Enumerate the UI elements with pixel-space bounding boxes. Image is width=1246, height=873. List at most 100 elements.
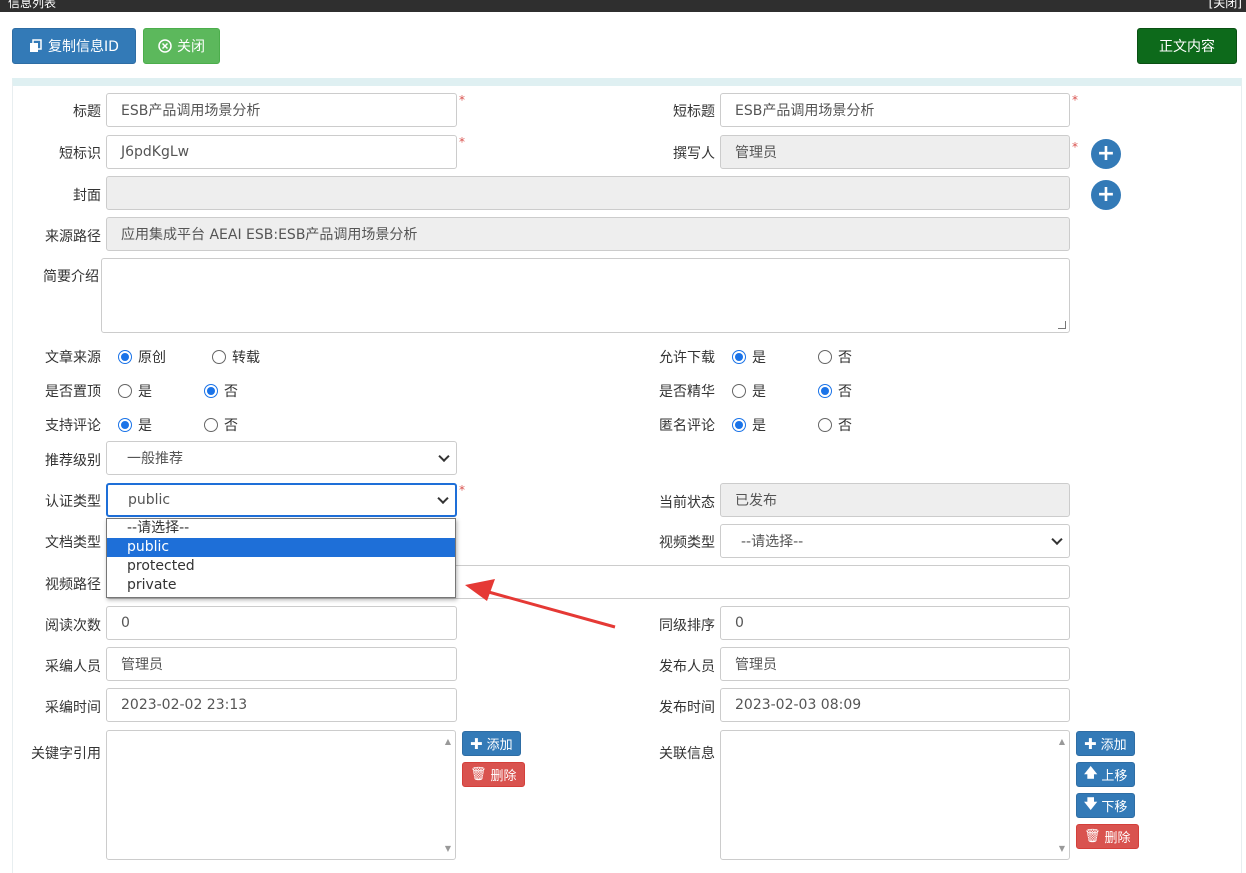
radio-yes[interactable]: 是 xyxy=(732,347,766,367)
radio-dot[interactable] xyxy=(818,350,832,364)
copy-icon xyxy=(30,39,42,52)
article-source-label: 文章来源 xyxy=(45,350,101,366)
radio-dot[interactable] xyxy=(732,384,746,398)
radio-dot[interactable] xyxy=(204,418,218,432)
allow-download-radios: 是 否 xyxy=(732,347,852,367)
doc-type-label: 文档类型 xyxy=(45,535,101,551)
add-author-icon[interactable]: + xyxy=(1091,139,1121,169)
publisher-input[interactable]: 管理员 xyxy=(720,647,1070,681)
radio-label: 否 xyxy=(838,384,852,400)
radio-dot[interactable] xyxy=(732,350,746,364)
radio-dot[interactable] xyxy=(212,350,226,364)
keywords-delete-button[interactable]: 🗑 删除 xyxy=(462,762,525,787)
radio-label: 是 xyxy=(752,384,766,400)
radio-repost[interactable]: 转载 xyxy=(212,347,260,367)
radio-dot[interactable] xyxy=(118,350,132,364)
trash-icon: 🗑 xyxy=(470,767,487,782)
plus-icon: ✚ xyxy=(1084,734,1097,753)
recommend-level-label: 推荐级别 xyxy=(45,453,101,469)
radio-no[interactable]: 否 xyxy=(204,415,238,435)
publisher-label: 发布人员 xyxy=(659,659,715,675)
arrow-down-icon: 🡇 xyxy=(1084,796,1098,812)
resize-handle[interactable] xyxy=(1058,321,1066,329)
radio-no[interactable]: 否 xyxy=(818,415,852,435)
close-button[interactable]: 关闭 xyxy=(143,28,220,64)
window-title-bar: 信息列表 [关闭] xyxy=(0,0,1246,12)
radio-yes[interactable]: 是 xyxy=(118,415,152,435)
source-path-label: 来源路径 xyxy=(45,229,101,245)
author-label: 撰写人 xyxy=(673,146,715,162)
read-count-label: 阅读次数 xyxy=(45,618,101,634)
cover-input[interactable] xyxy=(106,176,1070,210)
title-input[interactable]: ESB产品调用场景分析 xyxy=(106,93,457,127)
video-type-select[interactable]: --请选择-- xyxy=(720,524,1070,558)
current-status-label: 当前状态 xyxy=(659,495,715,511)
video-type-value: --请选择-- xyxy=(741,534,804,550)
radio-no[interactable]: 否 xyxy=(818,381,852,401)
editor-input[interactable]: 管理员 xyxy=(106,647,457,681)
related-down-button[interactable]: 🡇 下移 xyxy=(1076,793,1136,818)
radio-yes[interactable]: 是 xyxy=(732,381,766,401)
recommend-level-select[interactable]: 一般推荐 xyxy=(106,441,457,475)
copy-id-label: 复制信息ID xyxy=(48,39,119,55)
scroll-up-icon[interactable]: ▲ xyxy=(445,737,451,746)
sort-order-input[interactable]: 0 xyxy=(720,606,1070,640)
radio-dot[interactable] xyxy=(818,418,832,432)
radio-dot[interactable] xyxy=(732,418,746,432)
chevron-down-icon xyxy=(438,450,450,463)
keywords-add-button[interactable]: ✚ 添加 xyxy=(462,731,521,756)
radio-yes[interactable]: 是 xyxy=(118,381,152,401)
window-close-link[interactable]: [关闭] xyxy=(1209,0,1242,11)
radio-label: 是 xyxy=(752,418,766,434)
dropdown-option[interactable]: --请选择-- xyxy=(107,519,455,538)
add-cover-icon[interactable]: + xyxy=(1091,180,1121,210)
short-id-input[interactable]: J6pdKgLw xyxy=(106,135,457,169)
sort-order-label: 同级排序 xyxy=(659,618,715,634)
publish-time-input[interactable]: 2023-02-03 08:09 xyxy=(720,688,1070,722)
related-up-button[interactable]: 🡅 上移 xyxy=(1076,762,1136,787)
radio-original[interactable]: 原创 xyxy=(118,347,166,367)
radio-no[interactable]: 否 xyxy=(204,381,238,401)
close-label: 关闭 xyxy=(177,39,205,55)
allow-download-label: 允许下载 xyxy=(659,350,715,366)
dropdown-option-selected[interactable]: public xyxy=(107,538,455,557)
edit-time-label: 采编时间 xyxy=(45,700,101,716)
required-mark: * xyxy=(459,483,465,497)
scroll-up-icon[interactable]: ▲ xyxy=(1059,737,1065,746)
pinned-label: 是否置顶 xyxy=(45,384,101,400)
dropdown-option[interactable]: private xyxy=(107,576,455,595)
toolbar: 复制信息ID 关闭 正文内容 xyxy=(0,12,1246,78)
radio-yes[interactable]: 是 xyxy=(732,415,766,435)
scroll-down-icon[interactable]: ▼ xyxy=(1059,844,1065,853)
summary-textarea[interactable] xyxy=(101,258,1070,333)
arrow-head xyxy=(465,579,495,601)
read-count-input[interactable]: 0 xyxy=(106,606,457,640)
auth-type-value: public xyxy=(128,492,171,508)
related-delete-button[interactable]: 🗑 删除 xyxy=(1076,824,1139,849)
related-listbox[interactable]: ▲ ▼ xyxy=(720,730,1070,860)
arrow-up-icon: 🡅 xyxy=(1084,765,1098,781)
copy-id-button[interactable]: 复制信息ID xyxy=(12,28,136,64)
plus-icon: ✚ xyxy=(470,734,483,753)
radio-label: 是 xyxy=(752,350,766,366)
radio-dot[interactable] xyxy=(818,384,832,398)
content-button[interactable]: 正文内容 xyxy=(1137,28,1237,64)
edit-time-input[interactable]: 2023-02-02 23:13 xyxy=(106,688,457,722)
radio-dot[interactable] xyxy=(204,384,218,398)
radio-dot[interactable] xyxy=(118,418,132,432)
delete-label: 删除 xyxy=(490,769,517,784)
current-status-input[interactable]: 已发布 xyxy=(720,483,1070,517)
scroll-down-icon[interactable]: ▼ xyxy=(445,844,451,853)
radio-label: 转载 xyxy=(232,350,260,366)
related-add-button[interactable]: ✚ 添加 xyxy=(1076,731,1135,756)
source-path-input[interactable]: 应用集成平台 AEAI ESB:ESB产品调用场景分析 xyxy=(106,217,1070,251)
article-source-radios: 原创 转载 xyxy=(118,347,260,367)
auth-type-select[interactable]: public xyxy=(106,483,457,517)
dropdown-option[interactable]: protected xyxy=(107,557,455,576)
short-title-input[interactable]: ESB产品调用场景分析 xyxy=(720,93,1070,127)
radio-no[interactable]: 否 xyxy=(818,347,852,367)
author-input[interactable]: 管理员 xyxy=(720,135,1070,169)
radio-label: 是 xyxy=(138,418,152,434)
radio-dot[interactable] xyxy=(118,384,132,398)
keywords-listbox[interactable]: ▲ ▼ xyxy=(106,730,456,860)
